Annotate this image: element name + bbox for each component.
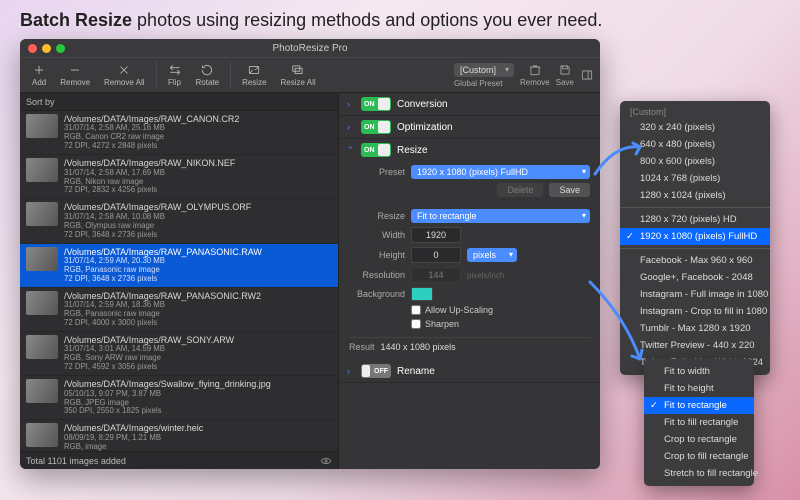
fit-option[interactable]: Crop to rectangle <box>644 431 754 448</box>
thumbnail <box>26 291 58 315</box>
result-dimensions: 1440 x 1080 pixels <box>381 342 456 352</box>
thumbnail <box>26 202 58 226</box>
settings-panel: › Conversion › Optimization › Resize Pre <box>339 93 600 469</box>
file-path: /Volumes/DATA/Images/RAW_NIKON.NEF <box>64 158 235 168</box>
thumbnail <box>26 379 58 403</box>
thumbnail <box>26 423 58 447</box>
titlebar: PhotoResize Pro <box>20 39 600 57</box>
file-row[interactable]: /Volumes/DATA/Images/RAW_SONY.ARW31/07/1… <box>20 332 338 376</box>
preset-item[interactable]: 1280 x 1024 (pixels) <box>620 187 770 204</box>
headline: Batch Resize photos using resizing metho… <box>0 0 800 39</box>
resize-all-button[interactable]: Resize All <box>275 61 322 89</box>
minimize-icon[interactable] <box>42 44 51 53</box>
global-preset-select[interactable]: [Custom] <box>454 63 514 77</box>
fit-option[interactable]: Fit to fill rectangle <box>644 414 754 431</box>
remove-all-button[interactable]: Remove All <box>98 61 150 89</box>
annotation-arrow-icon <box>590 139 650 179</box>
app-window: PhotoResize Pro Add Remove Remove All Fl… <box>20 39 600 469</box>
units-select[interactable]: pixels <box>467 248 517 262</box>
height-input[interactable] <box>411 247 461 263</box>
file-row[interactable]: /Volumes/DATA/Images/Swallow_flying_drin… <box>20 376 338 420</box>
rotate-button[interactable]: Rotate <box>190 61 226 89</box>
file-row[interactable]: /Volumes/DATA/Images/RAW_NIKON.NEF31/07/… <box>20 155 338 199</box>
fit-option[interactable]: Crop to fill rectangle <box>644 448 754 465</box>
resize-preset-select[interactable]: 1920 x 1080 (pixels) FullHD <box>411 165 590 179</box>
toolbar: Add Remove Remove All Flip Rotate Resize… <box>20 57 600 93</box>
preset-remove-icon[interactable] <box>528 63 542 77</box>
chevron-right-icon: › <box>347 122 355 132</box>
file-path: /Volumes/DATA/Images/Swallow_flying_drin… <box>64 379 271 389</box>
chevron-right-icon: › <box>347 366 355 376</box>
background-color-swatch[interactable] <box>411 287 433 301</box>
resolution-input <box>411 267 461 283</box>
resize-settings: Preset 1920 x 1080 (pixels) FullHD Delet… <box>339 161 600 360</box>
optimization-toggle[interactable] <box>361 120 391 134</box>
thumbnail <box>26 335 58 359</box>
annotation-arrow-icon <box>585 277 650 367</box>
file-row[interactable]: /Volumes/DATA/Images/RAW_PANASONIC.RAW31… <box>20 244 338 288</box>
fit-option[interactable]: Fit to height <box>644 380 754 397</box>
file-row[interactable]: /Volumes/DATA/Images/RAW_PANASONIC.RW231… <box>20 288 338 332</box>
file-row[interactable]: /Volumes/DATA/Images/RAW_CANON.CR231/07/… <box>20 111 338 155</box>
thumbnail <box>26 114 58 138</box>
chevron-right-icon: › <box>347 99 355 109</box>
remove-button[interactable]: Remove <box>54 61 96 89</box>
fullscreen-icon[interactable] <box>56 44 65 53</box>
fit-option[interactable]: Stretch to fill rectangle <box>644 465 754 482</box>
preset-item[interactable]: 1920 x 1080 (pixels) FullHD <box>620 228 770 245</box>
fit-mode-popover[interactable]: Fit to widthFit to heightFit to rectangl… <box>644 359 754 486</box>
sidebar-toggle-icon[interactable] <box>580 68 594 82</box>
resize-mode-select[interactable]: Fit to rectangle <box>411 209 590 223</box>
flip-button[interactable]: Flip <box>162 61 188 89</box>
file-list[interactable]: /Volumes/DATA/Images/RAW_CANON.CR231/07/… <box>20 111 338 451</box>
preview-toggle-icon[interactable] <box>320 455 332 467</box>
section-conversion[interactable]: › Conversion <box>339 93 600 116</box>
delete-preset-button: Delete <box>497 183 543 197</box>
global-preset-label: Global Preset <box>454 79 502 88</box>
width-input[interactable] <box>411 227 461 243</box>
preset-item[interactable]: 320 x 240 (pixels) <box>620 119 770 136</box>
resize-toggle[interactable] <box>361 143 391 157</box>
preset-item[interactable]: 1280 x 720 (pixels) HD <box>620 211 770 228</box>
thumbnail <box>26 158 58 182</box>
chevron-down-icon: › <box>346 146 356 154</box>
fit-option[interactable]: Fit to width <box>644 363 754 380</box>
file-row[interactable]: /Volumes/DATA/Images/winter.heic08/09/19… <box>20 420 338 451</box>
sort-by-header[interactable]: Sort by <box>20 93 338 111</box>
conversion-toggle[interactable] <box>361 97 391 111</box>
close-icon[interactable] <box>28 44 37 53</box>
rename-toggle[interactable] <box>361 364 391 378</box>
allow-upscaling-checkbox[interactable]: Allow Up-Scaling <box>411 305 493 315</box>
resize-button[interactable]: Resize <box>236 61 272 89</box>
section-resize[interactable]: › Resize <box>339 139 600 161</box>
file-row[interactable]: /Volumes/DATA/Images/RAW_OLYMPUS.ORF31/0… <box>20 199 338 243</box>
add-button[interactable]: Add <box>26 61 52 89</box>
total-count: Total 1101 images added <box>20 451 338 469</box>
window-title: PhotoResize Pro <box>272 43 347 54</box>
section-optimization[interactable]: › Optimization <box>339 116 600 139</box>
fit-option[interactable]: Fit to rectangle <box>644 397 754 414</box>
section-rename[interactable]: › Rename <box>339 360 600 383</box>
save-preset-button[interactable]: Save <box>549 183 590 197</box>
preset-save-icon[interactable] <box>558 63 572 77</box>
thumbnail <box>26 247 58 271</box>
preset-item[interactable]: Facebook - Max 960 x 960 <box>620 252 770 269</box>
sharpen-checkbox[interactable]: Sharpen <box>411 319 459 329</box>
